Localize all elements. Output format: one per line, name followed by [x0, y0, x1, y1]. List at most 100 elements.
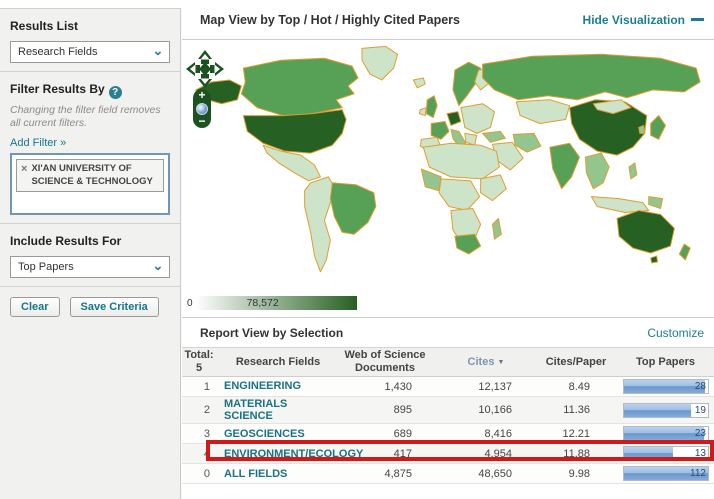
- map-region-new-guinea[interactable]: [649, 197, 663, 209]
- filter-note: Changing the filter field removes all cu…: [10, 104, 170, 130]
- row-rank: 4: [182, 448, 216, 460]
- map-region-iceland[interactable]: [413, 78, 425, 88]
- column-header-documents[interactable]: Web of Science Documents: [332, 349, 438, 374]
- top-papers-bar-fill: [624, 447, 673, 460]
- top-papers-bar: 23: [623, 426, 709, 441]
- map-region-madagascar[interactable]: [492, 218, 501, 239]
- documents-value: 417: [332, 448, 438, 460]
- map-region-tasmania[interactable]: [651, 256, 658, 263]
- filter-tag-label: XI'AN UNIVERSITY OF SCIENCE & TECHNOLOGY: [31, 163, 159, 188]
- top-papers-value: 112: [690, 468, 706, 479]
- results-list-dropdown[interactable]: Research Fields ⌄: [10, 41, 170, 63]
- column-header-total: Total: 5: [182, 349, 216, 374]
- world-choropleth-map: [186, 42, 710, 290]
- chevron-down-icon: ⌄: [149, 43, 167, 61]
- map-zoom-control: + −: [193, 89, 211, 128]
- clear-button[interactable]: Clear: [10, 297, 60, 317]
- filter-by-section: Filter Results By? Changing the filter f…: [0, 72, 180, 224]
- map-region-eastern-europe[interactable]: [461, 104, 495, 134]
- cites-per-paper-value: 8.49: [534, 381, 618, 393]
- research-field-link[interactable]: GEOSCIENCES: [216, 428, 332, 440]
- map-region-greenland[interactable]: [362, 46, 398, 80]
- sort-descending-icon: ▼: [498, 359, 505, 366]
- map-region-balkans[interactable]: [465, 133, 477, 145]
- cites-value: 12,137: [438, 381, 534, 393]
- map-region-turkey[interactable]: [483, 131, 506, 142]
- map-region-philippines[interactable]: [629, 163, 637, 179]
- map-region-ireland[interactable]: [419, 108, 426, 116]
- column-header-research-fields[interactable]: Research Fields: [216, 356, 332, 369]
- help-icon[interactable]: ?: [109, 86, 122, 99]
- results-list-section: Results List Research Fields ⌄: [0, 9, 180, 72]
- cites-per-paper-value: 12.21: [534, 428, 618, 440]
- map-region-central-asia[interactable]: [516, 100, 569, 124]
- map-region-russia[interactable]: [483, 54, 701, 99]
- cites-value: 8,416: [438, 428, 534, 440]
- map-region-india[interactable]: [550, 143, 580, 188]
- top-papers-bar: 13: [623, 446, 709, 461]
- map-region-uk[interactable]: [426, 96, 437, 118]
- map-region-japan[interactable]: [651, 116, 666, 140]
- map-region-usa[interactable]: [243, 110, 346, 154]
- row-rank: 0: [182, 468, 216, 480]
- cites-per-paper-value: 9.98: [534, 468, 618, 480]
- map-region-canada[interactable]: [241, 58, 358, 115]
- table-row: 0 ALL FIELDS 4,875 48,650 9.98 112: [182, 464, 714, 484]
- map-region-central-africa[interactable]: [439, 179, 480, 211]
- top-papers-bar-fill: [624, 380, 705, 393]
- map-region-west-africa[interactable]: [421, 169, 441, 191]
- table-row: 2 MATERIALS SCIENCE 895 10,166 11.36 19: [182, 397, 714, 424]
- map-region-south-africa[interactable]: [455, 234, 481, 254]
- map-region-germany[interactable]: [447, 112, 461, 126]
- save-criteria-button[interactable]: Save Criteria: [70, 297, 159, 317]
- top-papers-bar: 19: [623, 403, 709, 418]
- column-header-cites-per-paper[interactable]: Cites/Paper: [534, 356, 618, 369]
- filter-tag[interactable]: × XI'AN UNIVERSITY OF SCIENCE & TECHNOLO…: [16, 159, 164, 192]
- filter-by-heading: Filter Results By?: [10, 82, 170, 99]
- map-region-indonesia[interactable]: [591, 197, 648, 213]
- globe-reset-icon[interactable]: [196, 103, 208, 115]
- legend-gradient-bar: 78,572: [195, 296, 357, 310]
- research-field-link[interactable]: ENVIRONMENT/ECOLOGY: [216, 448, 332, 460]
- documents-value: 4,875: [332, 468, 438, 480]
- customize-link[interactable]: Customize: [647, 326, 704, 340]
- research-field-link[interactable]: MATERIALS SCIENCE: [216, 398, 332, 422]
- map-region-north-africa[interactable]: [423, 143, 499, 179]
- table-header-row: Total: 5 Research Fields Web of Science …: [182, 347, 714, 377]
- map-region-new-zealand[interactable]: [679, 244, 690, 260]
- map-region-brazil[interactable]: [330, 183, 375, 234]
- research-field-link[interactable]: ENGINEERING: [216, 380, 332, 392]
- include-results-dropdown[interactable]: Top Papers ⌄: [10, 256, 170, 278]
- map-region-horn-of-africa[interactable]: [481, 175, 507, 201]
- map-region-korea[interactable]: [639, 125, 645, 133]
- main-panel: Map View by Top / Hot / Highly Cited Pap…: [182, 0, 714, 499]
- cites-value: 10,166: [438, 404, 534, 416]
- column-header-top-papers[interactable]: Top Papers: [618, 356, 713, 369]
- top-papers-cell: 23: [618, 426, 713, 441]
- sidebar-buttons: Clear Save Criteria: [0, 287, 180, 327]
- row-rank: 1: [182, 381, 216, 393]
- pan-center[interactable]: [199, 62, 211, 76]
- map-region-france[interactable]: [431, 122, 449, 140]
- map-view-title: Map View by Top / Hot / Highly Cited Pap…: [200, 13, 460, 27]
- row-rank: 2: [182, 404, 216, 416]
- map-region-australia[interactable]: [617, 210, 674, 253]
- chevron-down-icon: ⌄: [149, 258, 167, 276]
- hide-visualization-link[interactable]: Hide Visualization: [583, 13, 704, 27]
- top-papers-cell: 112: [618, 466, 713, 481]
- top-papers-value: 13: [695, 448, 706, 459]
- zoom-out-button[interactable]: −: [193, 116, 211, 127]
- top-papers-bar: 112: [623, 466, 709, 481]
- map-region-southeast-asia[interactable]: [585, 153, 609, 189]
- map-region-south-america-west[interactable]: [305, 177, 335, 272]
- remove-filter-icon[interactable]: ×: [21, 163, 27, 188]
- add-filter-link[interactable]: Add Filter »: [10, 137, 170, 149]
- top-papers-value: 19: [695, 405, 706, 416]
- table-row: 4 ENVIRONMENT/ECOLOGY 417 4,954 11.88 13: [182, 444, 714, 464]
- column-header-cites[interactable]: Cites ▼: [438, 356, 534, 369]
- top-papers-value: 23: [695, 428, 706, 439]
- table-row: 3 GEOSCIENCES 689 8,416 12.21 23: [182, 424, 714, 444]
- research-field-link[interactable]: ALL FIELDS: [216, 468, 332, 480]
- zoom-in-button[interactable]: +: [193, 90, 211, 101]
- results-list-heading: Results List: [10, 19, 170, 33]
